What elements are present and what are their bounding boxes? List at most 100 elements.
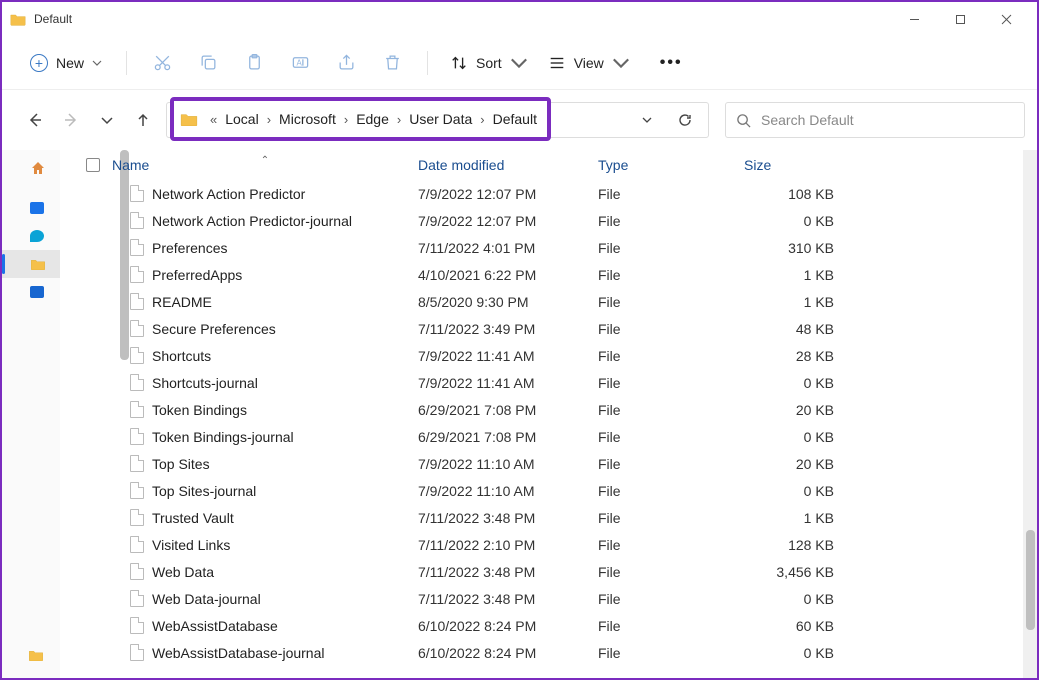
table-row[interactable]: PreferredApps4/10/2021 6:22 PMFile1 KB: [76, 261, 1037, 288]
more-button[interactable]: •••: [650, 48, 693, 78]
sort-button[interactable]: Sort: [442, 48, 536, 78]
table-row[interactable]: Trusted Vault7/11/2022 3:48 PMFile1 KB: [76, 504, 1037, 531]
file-name-cell[interactable]: Network Action Predictor: [112, 185, 418, 202]
nav-item[interactable]: [2, 194, 60, 222]
file-name: Top Sites: [152, 456, 210, 472]
file-name-cell[interactable]: Web Data: [112, 563, 418, 580]
file-list[interactable]: ⌃ Name Date modified Type Size Network A…: [76, 150, 1037, 678]
file-date: 7/11/2022 3:48 PM: [418, 591, 598, 607]
file-size: 0 KB: [744, 645, 840, 661]
list-scrollbar-track[interactable]: [1023, 150, 1037, 678]
file-name-cell[interactable]: PreferredApps: [112, 266, 418, 283]
chevron-right-icon: ›: [261, 112, 277, 127]
address-bar[interactable]: « Local › Microsoft › Edge › User Data ›…: [166, 102, 709, 138]
table-row[interactable]: WebAssistDatabase-journal6/10/2022 8:24 …: [76, 639, 1037, 666]
file-name-cell[interactable]: Web Data-journal: [112, 590, 418, 607]
maximize-button[interactable]: [937, 3, 983, 35]
table-row[interactable]: Top Sites7/9/2022 11:10 AMFile20 KB: [76, 450, 1037, 477]
sort-indicator-icon: ⌃: [112, 155, 418, 166]
search-box[interactable]: [725, 102, 1025, 138]
delete-button[interactable]: [371, 44, 413, 82]
file-name-cell[interactable]: WebAssistDatabase: [112, 617, 418, 634]
nav-item[interactable]: [2, 222, 60, 250]
share-button[interactable]: [325, 44, 367, 82]
file-type: File: [598, 537, 744, 553]
nav-item[interactable]: [2, 278, 60, 306]
table-row[interactable]: Token Bindings6/29/2021 7:08 PMFile20 KB: [76, 396, 1037, 423]
file-name-cell[interactable]: Top Sites: [112, 455, 418, 472]
select-all-checkbox[interactable]: [86, 150, 112, 180]
table-row[interactable]: Secure Preferences7/11/2022 3:49 PMFile4…: [76, 315, 1037, 342]
address-dropdown-button[interactable]: [630, 105, 664, 135]
table-row[interactable]: README8/5/2020 9:30 PMFile1 KB: [76, 288, 1037, 315]
file-type: File: [598, 348, 744, 364]
cut-button[interactable]: [141, 44, 183, 82]
breadcrumb-item[interactable]: Default: [491, 111, 539, 127]
file-icon: [130, 644, 144, 661]
file-date: 7/11/2022 3:48 PM: [418, 510, 598, 526]
divider: [427, 51, 428, 75]
file-name: Secure Preferences: [152, 321, 276, 337]
file-name-cell[interactable]: Token Bindings: [112, 401, 418, 418]
view-button[interactable]: View: [540, 48, 638, 78]
file-name-cell[interactable]: Token Bindings-journal: [112, 428, 418, 445]
search-input[interactable]: [761, 112, 1014, 128]
table-row[interactable]: Preferences7/11/2022 4:01 PMFile310 KB: [76, 234, 1037, 261]
file-name-cell[interactable]: WebAssistDatabase-journal: [112, 644, 418, 661]
column-header-size[interactable]: Size: [744, 150, 840, 180]
copy-button[interactable]: [187, 44, 229, 82]
list-scrollbar-thumb[interactable]: [1026, 530, 1035, 630]
file-name: Preferences: [152, 240, 227, 256]
file-name-cell[interactable]: Shortcuts-journal: [112, 374, 418, 391]
file-name-cell[interactable]: Shortcuts: [112, 347, 418, 364]
file-name-cell[interactable]: README: [112, 293, 418, 310]
file-name-cell[interactable]: Visited Links: [112, 536, 418, 553]
file-name-cell[interactable]: Secure Preferences: [112, 320, 418, 337]
table-row[interactable]: Web Data-journal7/11/2022 3:48 PMFile0 K…: [76, 585, 1037, 612]
nav-scrollbar-thumb[interactable]: [120, 150, 129, 360]
nav-item-selected[interactable]: [2, 250, 60, 278]
breadcrumb-item[interactable]: Local: [223, 111, 260, 127]
minimize-button[interactable]: [891, 3, 937, 35]
forward-button[interactable]: [54, 103, 88, 137]
file-name-cell[interactable]: Top Sites-journal: [112, 482, 418, 499]
chevron-right-icon: ›: [474, 112, 490, 127]
breadcrumb-item[interactable]: User Data: [407, 111, 474, 127]
table-row[interactable]: Network Action Predictor-journal7/9/2022…: [76, 207, 1037, 234]
breadcrumb-item[interactable]: Edge: [354, 111, 391, 127]
file-size: 0 KB: [744, 375, 840, 391]
nav-home[interactable]: [2, 154, 60, 182]
column-header-date[interactable]: Date modified: [418, 150, 598, 180]
table-row[interactable]: Shortcuts7/9/2022 11:41 AMFile28 KB: [76, 342, 1037, 369]
file-size: 60 KB: [744, 618, 840, 634]
table-row[interactable]: Visited Links7/11/2022 2:10 PMFile128 KB: [76, 531, 1037, 558]
table-row[interactable]: Token Bindings-journal6/29/2021 7:08 PMF…: [76, 423, 1037, 450]
file-name-cell[interactable]: Network Action Predictor-journal: [112, 212, 418, 229]
new-button[interactable]: + New: [20, 48, 112, 78]
file-type: File: [598, 618, 744, 634]
nav-item[interactable]: [28, 648, 44, 666]
paste-button[interactable]: [233, 44, 275, 82]
rename-button[interactable]: A: [279, 44, 321, 82]
file-name-cell[interactable]: Preferences: [112, 239, 418, 256]
column-header-type[interactable]: Type: [598, 150, 744, 180]
file-type: File: [598, 591, 744, 607]
table-row[interactable]: WebAssistDatabase6/10/2022 8:24 PMFile60…: [76, 612, 1037, 639]
file-type: File: [598, 213, 744, 229]
file-name-cell[interactable]: Trusted Vault: [112, 509, 418, 526]
table-row[interactable]: Web Data7/11/2022 3:48 PMFile3,456 KB: [76, 558, 1037, 585]
breadcrumb-item[interactable]: Microsoft: [277, 111, 338, 127]
refresh-button[interactable]: [668, 105, 702, 135]
file-date: 6/10/2022 8:24 PM: [418, 618, 598, 634]
up-button[interactable]: [126, 103, 160, 137]
table-row[interactable]: Shortcuts-journal7/9/2022 11:41 AMFile0 …: [76, 369, 1037, 396]
table-row[interactable]: Top Sites-journal7/9/2022 11:10 AMFile0 …: [76, 477, 1037, 504]
recent-button[interactable]: [90, 103, 124, 137]
back-button[interactable]: [18, 103, 52, 137]
navigation-pane[interactable]: [2, 150, 60, 678]
close-button[interactable]: [983, 3, 1029, 35]
file-icon: [130, 320, 144, 337]
table-row[interactable]: Network Action Predictor7/9/2022 12:07 P…: [76, 180, 1037, 207]
file-date: 8/5/2020 9:30 PM: [418, 294, 598, 310]
file-icon: [130, 401, 144, 418]
